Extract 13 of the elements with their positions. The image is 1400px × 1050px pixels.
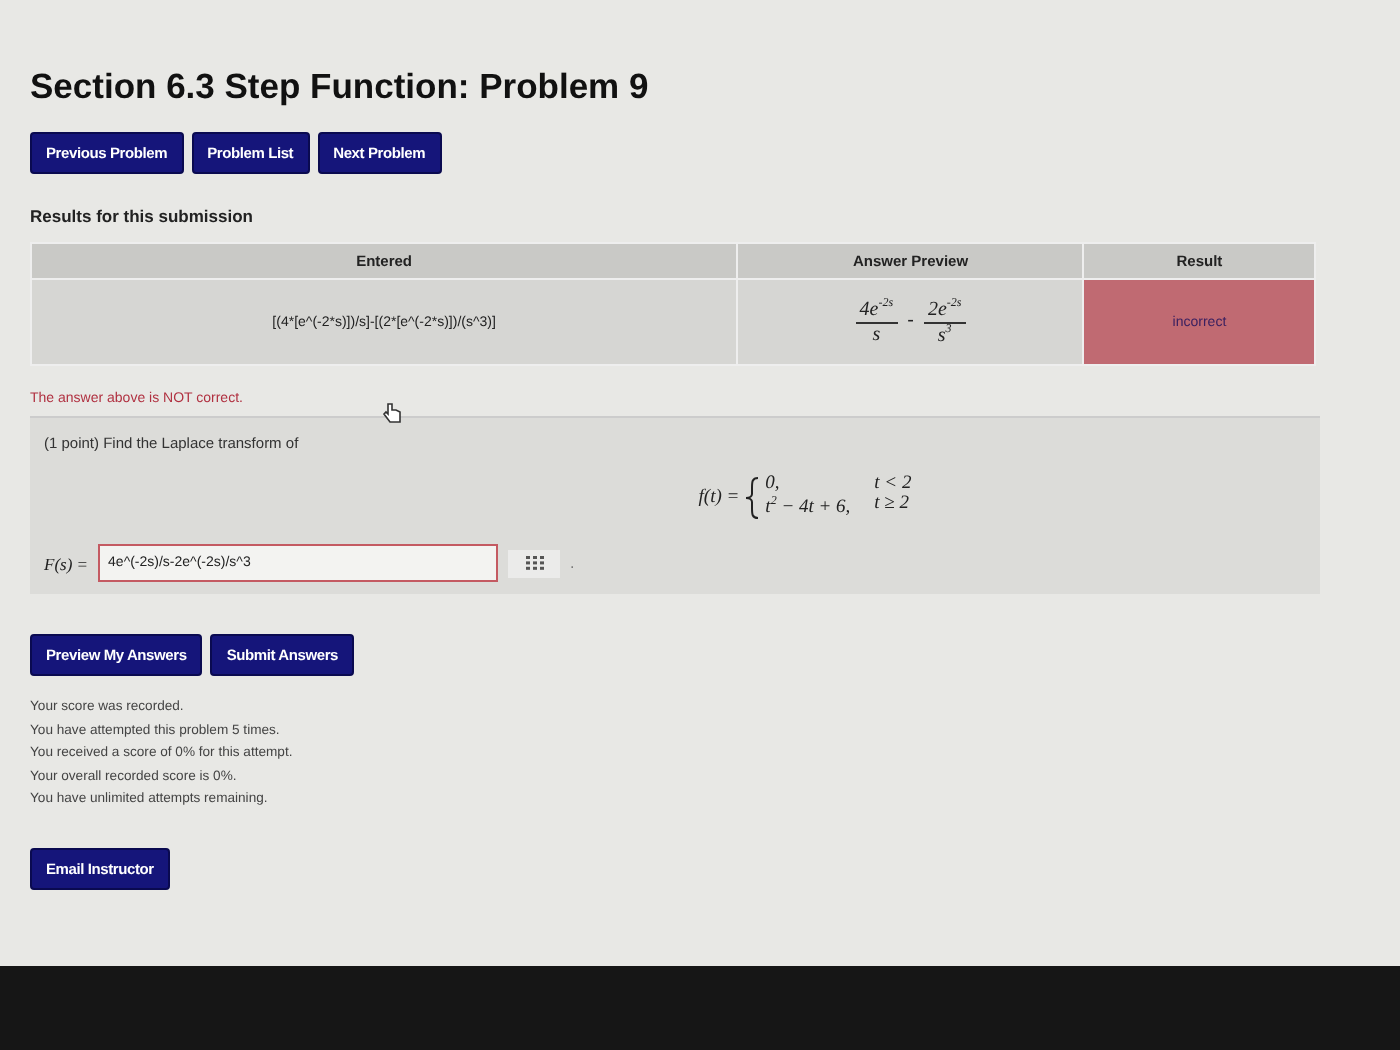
case-expression: t$^{2}$ − 4t + 6,	[765, 495, 851, 521]
results-heading: Results for this submission	[30, 206, 255, 226]
case-expression: 0,	[765, 476, 782, 496]
equation-editor-button[interactable]	[508, 549, 561, 578]
period-text: .	[570, 554, 575, 573]
grid-icon	[525, 556, 544, 571]
page-title: Section 6.3 Step Function: Problem 9	[30, 66, 651, 108]
function-label: f(t) =	[698, 488, 740, 509]
brace-icon	[743, 476, 762, 521]
pointer-cursor-icon	[382, 402, 402, 424]
answer-label: F(s) =	[44, 553, 89, 574]
case-condition: t < 2	[874, 476, 912, 495]
case-condition: t ≥ 2	[874, 495, 912, 518]
